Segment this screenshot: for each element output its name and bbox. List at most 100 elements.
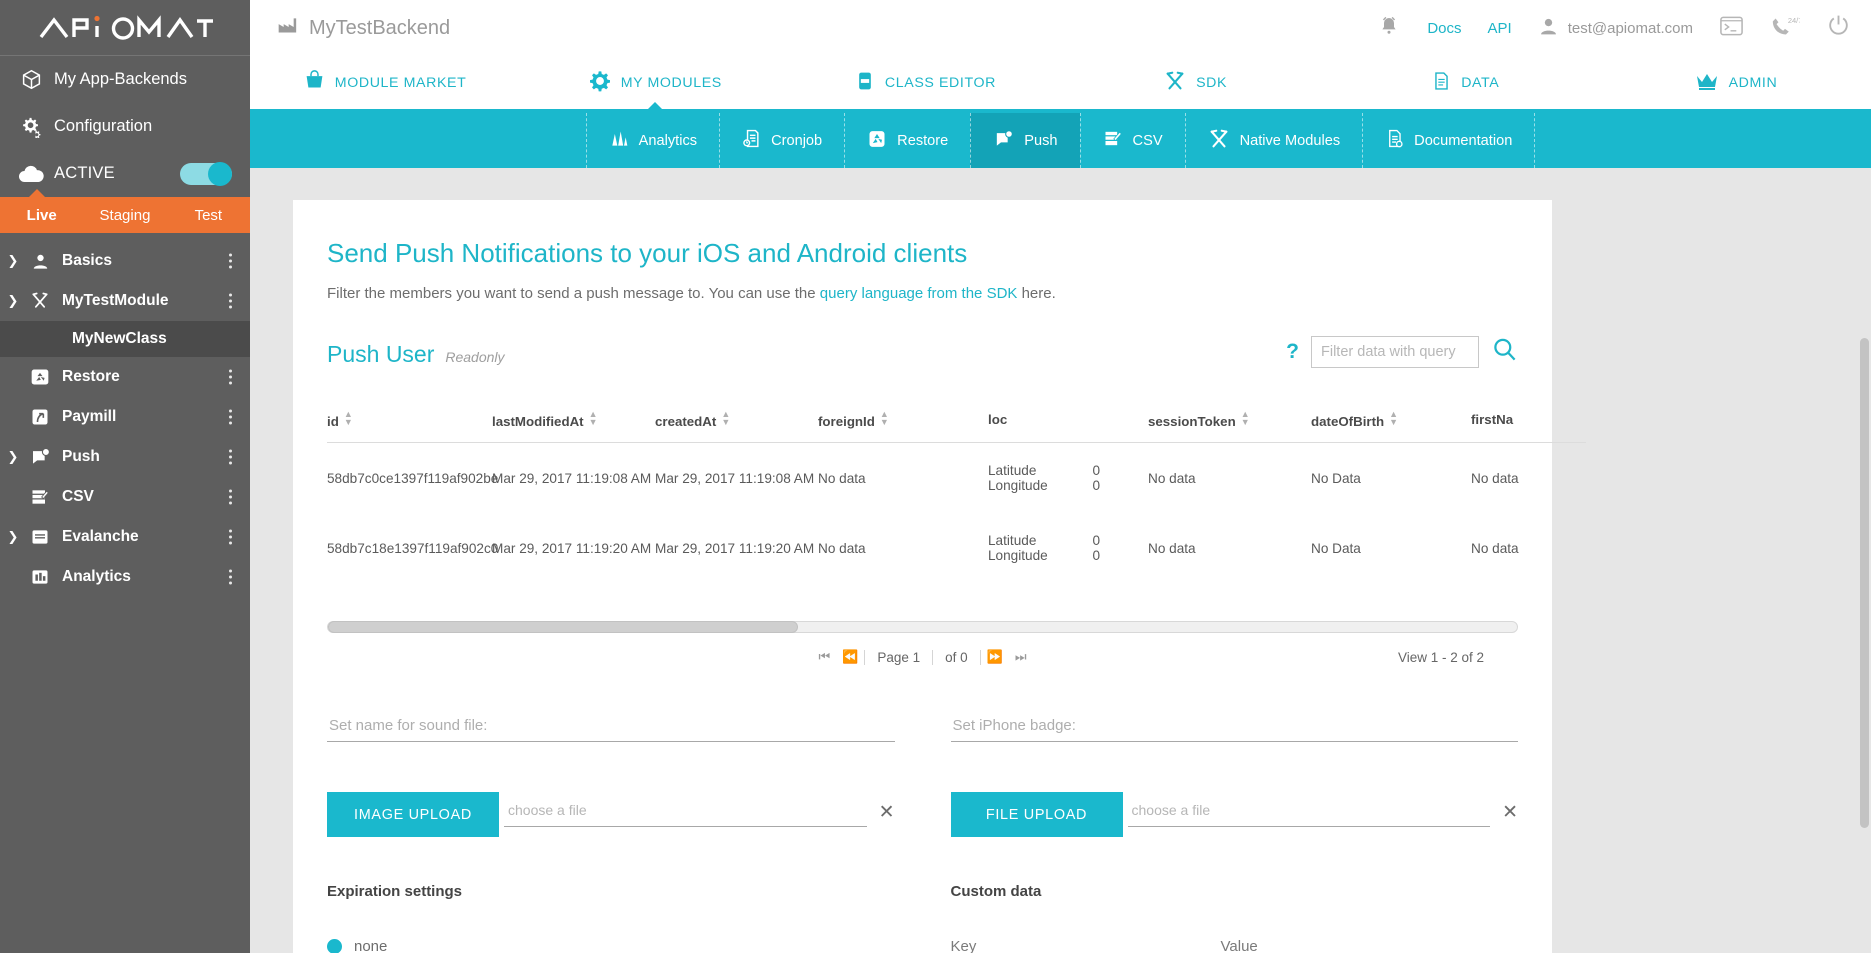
phone-247-icon[interactable]: 24/7 [1770, 15, 1802, 42]
subnav-push[interactable]: Push [970, 113, 1080, 168]
chevron-right-icon[interactable]: ❯ [0, 529, 26, 545]
sort-icon[interactable]: ▲ ▼ [721, 410, 730, 427]
file-file-placeholder[interactable]: choose a file [1127, 798, 1491, 827]
sort-icon[interactable]: ▲ ▼ [1241, 410, 1250, 427]
question-icon[interactable]: ? [1286, 340, 1299, 364]
logo[interactable] [0, 0, 250, 56]
evalanche-icon [26, 527, 54, 547]
active-toggle[interactable] [180, 161, 232, 186]
sidebar-module-csv[interactable]: CSV [0, 477, 250, 517]
last-page-icon[interactable]: ⏭ [1009, 649, 1033, 665]
cell-loc: Latitude 0 Longitude 0 [988, 513, 1148, 583]
column-header-id[interactable]: id ▲ ▼ [327, 410, 492, 443]
page-scrollbar[interactable] [1860, 168, 1869, 953]
expiration-option-none[interactable]: none [327, 938, 895, 953]
file-upload-button[interactable]: FILE UPLOAD [950, 792, 1123, 837]
sidebar-module-basics[interactable]: ❯ Basics [0, 241, 250, 281]
column-header-sessiontoken[interactable]: sessionToken ▲ ▼ [1148, 410, 1311, 443]
sidebar-item-configuration[interactable]: Configuration [0, 103, 250, 150]
tab-my-modules[interactable]: MY MODULES [520, 56, 790, 109]
docs-link[interactable]: Docs [1427, 20, 1461, 37]
sidebar-module-analytics[interactable]: Analytics [0, 557, 250, 597]
column-header-firstname[interactable]: firstNa [1471, 410, 1586, 443]
scrollbar-thumb[interactable] [328, 621, 798, 633]
page-number-label[interactable]: Page 1 [864, 649, 934, 665]
subnav-native-modules[interactable]: Native Modules [1184, 113, 1363, 168]
file-file-field: choose a file ✕ [1127, 792, 1518, 827]
tab-label: MY MODULES [620, 74, 722, 91]
close-icon[interactable]: ✕ [879, 801, 895, 824]
column-header-createdat[interactable]: createdAt ▲ ▼ [655, 410, 818, 443]
env-tab-live[interactable]: Live [0, 197, 83, 233]
query-language-link[interactable]: query language from the SDK [820, 285, 1018, 302]
image-upload-button[interactable]: IMAGE UPLOAD [327, 792, 499, 837]
power-icon[interactable] [1826, 13, 1851, 43]
tab-module-market[interactable]: MODULE MARKET [250, 56, 520, 109]
table-horizontal-scrollbar[interactable] [327, 621, 1518, 633]
subnav-documentation[interactable]: Documentation [1362, 113, 1536, 168]
module-menu-icon[interactable] [229, 291, 232, 312]
module-menu-icon[interactable] [229, 251, 232, 272]
first-page-icon[interactable]: ⏮ [812, 649, 836, 665]
sort-icon[interactable]: ▲ ▼ [1389, 410, 1398, 427]
desc-text-before: Filter the members you want to send a pu… [327, 285, 820, 302]
column-header-loc[interactable]: loc [988, 410, 1148, 443]
sidebar-module-child-mynewclass[interactable]: MyNewClass [0, 321, 250, 357]
module-menu-icon[interactable] [229, 487, 232, 508]
sidebar-module-evalanche[interactable]: ❯ Evalanche [0, 517, 250, 557]
bell-icon[interactable] [1377, 14, 1401, 43]
radio-icon[interactable] [327, 939, 342, 953]
tab-sdk[interactable]: SDK [1061, 56, 1331, 109]
module-menu-icon[interactable] [229, 367, 232, 388]
sound-file-input[interactable] [327, 713, 895, 742]
sidebar-module-mytestmodule[interactable]: ❯ MyTestModule [0, 281, 250, 321]
module-menu-icon[interactable] [229, 407, 232, 428]
module-menu-icon[interactable] [229, 447, 232, 468]
api-link[interactable]: API [1488, 20, 1512, 37]
column-header-foreignid[interactable]: foreignId ▲ ▼ [818, 410, 988, 443]
env-tab-staging[interactable]: Staging [83, 197, 166, 233]
subnav-restore[interactable]: Restore [844, 113, 970, 168]
app-root: My App-Backends Configuration ACTIVE Liv… [0, 0, 1871, 953]
sidebar-module-paymill[interactable]: Paymill [0, 397, 250, 437]
user-menu[interactable]: test@apiomat.com [1538, 16, 1693, 41]
backend-title[interactable]: MyTestBackend [276, 15, 450, 41]
subnav-cronjob[interactable]: Cronjob [719, 113, 844, 168]
chevron-down-icon[interactable]: ❯ [0, 293, 26, 309]
content-scroll-area[interactable]: Send Push Notifications to your iOS and … [250, 168, 1871, 953]
next-page-icon[interactable]: ⏩ [981, 649, 1009, 665]
close-icon[interactable]: ✕ [1502, 801, 1518, 824]
module-menu-icon[interactable] [229, 527, 232, 548]
sidebar-module-restore[interactable]: Restore [0, 357, 250, 397]
module-menu-icon[interactable] [229, 567, 232, 588]
table-row[interactable]: 58db7c18e1397f119af902c0 Mar 29, 2017 11… [327, 513, 1586, 583]
sort-icon[interactable]: ▲ ▼ [880, 410, 889, 427]
page-scrollbar-thumb[interactable] [1860, 338, 1869, 828]
tab-data[interactable]: DATA [1331, 56, 1601, 109]
chevron-right-icon[interactable]: ❯ [0, 253, 26, 269]
column-header-lastmodifiedat[interactable]: lastModifiedAt ▲ ▼ [492, 410, 655, 443]
chevron-right-icon[interactable]: ❯ [0, 449, 26, 465]
cell-createdat: Mar 29, 2017 11:19:20 AM [655, 540, 815, 556]
image-file-placeholder[interactable]: choose a file [504, 798, 867, 827]
sort-icon[interactable]: ▲ ▼ [589, 410, 598, 427]
prev-page-icon[interactable]: ⏪ [836, 649, 864, 665]
file-upload-group: FILE UPLOAD choose a file ✕ [950, 792, 1518, 837]
column-header-dateofbirth[interactable]: dateOfBirth ▲ ▼ [1311, 410, 1471, 443]
subnav-csv[interactable]: CSV [1079, 113, 1185, 168]
tab-admin[interactable]: ADMIN [1601, 56, 1871, 109]
expiration-settings-col: Expiration settings none [327, 883, 895, 953]
table-row[interactable]: 58db7c0ce1397f119af902be Mar 29, 2017 11… [327, 443, 1586, 514]
env-tab-test[interactable]: Test [167, 197, 250, 233]
terminal-icon[interactable] [1719, 15, 1744, 42]
column-label: sessionToken [1148, 414, 1236, 429]
sidebar-module-push[interactable]: ❯ Push [0, 437, 250, 477]
tab-class-editor[interactable]: CLASS EDITOR [790, 56, 1060, 109]
sort-icon[interactable]: ▲ ▼ [344, 410, 353, 427]
sidebar-item-my-app-backends[interactable]: My App-Backends [0, 56, 250, 103]
search-input[interactable] [1311, 336, 1479, 368]
search-icon[interactable] [1491, 336, 1518, 368]
cell-firstname: No data [1471, 540, 1519, 556]
subnav-analytics[interactable]: Analytics [585, 113, 719, 168]
iphone-badge-input[interactable] [950, 713, 1518, 742]
